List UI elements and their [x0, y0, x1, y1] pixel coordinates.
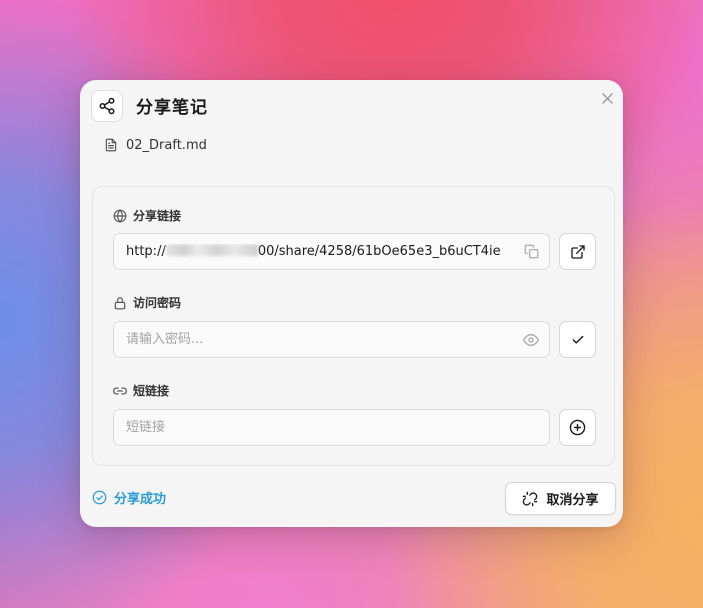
share-icon — [91, 90, 123, 122]
short-link-input[interactable] — [126, 420, 539, 435]
password-input[interactable] — [126, 332, 515, 347]
check-circle-icon — [92, 490, 107, 505]
short-link-field[interactable] — [113, 409, 550, 446]
open-link-button[interactable] — [559, 233, 596, 270]
file-icon — [104, 137, 118, 153]
unlink-icon — [522, 491, 538, 507]
share-link-label: 分享链接 — [113, 207, 181, 224]
globe-icon — [113, 209, 127, 223]
short-link-label-text: 短链接 — [133, 384, 170, 398]
plus-circle-icon — [569, 419, 586, 436]
share-link-url: http:// 00/share/4258/61bOe65e3_b6uCT4ie — [126, 244, 516, 259]
eye-icon[interactable] — [523, 332, 539, 348]
lock-icon — [113, 296, 127, 310]
copy-icon[interactable] — [524, 244, 539, 259]
external-link-icon — [570, 244, 586, 260]
share-status: 分享成功 — [92, 488, 166, 507]
share-settings-panel: 分享链接 http:// 00/share/4258/61bOe65e3_b6uC… — [92, 186, 615, 466]
password-label: 访问密码 — [113, 294, 181, 311]
check-icon — [571, 333, 585, 347]
share-link-url-prefix: http:// — [126, 244, 166, 259]
add-short-link-button[interactable] — [559, 409, 596, 446]
password-label-text: 访问密码 — [133, 296, 182, 310]
share-link-label-text: 分享链接 — [133, 209, 182, 223]
file-info: 02_Draft.md — [104, 137, 207, 153]
dialog-title: 分享笔记 — [136, 98, 208, 118]
redacted-host — [165, 244, 258, 256]
cancel-share-label: 取消分享 — [546, 493, 599, 508]
share-status-text: 分享成功 — [114, 492, 167, 507]
cancel-share-button[interactable]: 取消分享 — [505, 482, 616, 515]
file-name: 02_Draft.md — [126, 137, 207, 153]
share-note-dialog: 分享笔记 02_Draft.md 分享链接 http:// 00/share/4… — [80, 80, 623, 527]
short-link-label: 短链接 — [113, 382, 169, 399]
password-field[interactable] — [113, 321, 550, 358]
link-icon — [113, 384, 127, 398]
share-link-url-suffix: 00/share/4258/61bOe65e3_b6uCT4ie — [257, 244, 501, 259]
close-icon[interactable] — [600, 91, 614, 105]
confirm-password-button[interactable] — [559, 321, 596, 358]
share-link-field[interactable]: http:// 00/share/4258/61bOe65e3_b6uCT4ie — [113, 233, 550, 270]
